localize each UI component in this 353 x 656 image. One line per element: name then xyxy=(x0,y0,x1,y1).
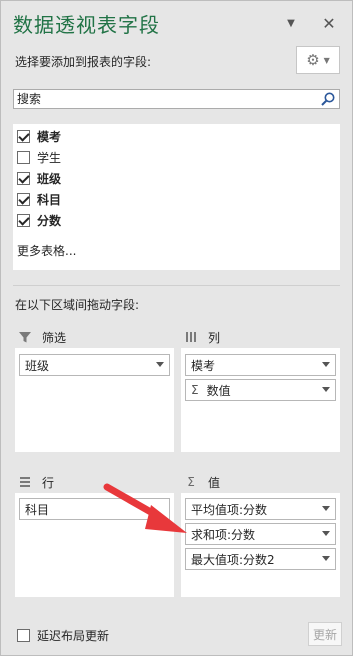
pill-label: 数值 xyxy=(206,383,231,398)
chevron-down-icon[interactable] xyxy=(322,362,330,367)
field-checkbox[interactable] xyxy=(17,171,30,185)
chevron-down-icon: ▼ xyxy=(323,55,330,65)
tools-gear-button[interactable]: ⚙ ▼ xyxy=(296,46,340,74)
values-area-header: Σ 值 xyxy=(181,471,340,493)
choose-fields-label: 选择要添加到报表的字段: xyxy=(15,55,152,69)
field-list: 模考 学生 班级 科目 分数 更多表格... xyxy=(13,124,340,270)
pill-label: 求和项:分数 xyxy=(191,527,256,542)
sigma-icon: Σ xyxy=(191,383,199,397)
columns-area-title: 列 xyxy=(208,330,221,345)
values-area-title: 值 xyxy=(208,475,221,490)
defer-layout-update[interactable]: 延迟布局更新 xyxy=(17,627,109,644)
defer-layout-label: 延迟布局更新 xyxy=(37,629,110,643)
field-checkbox[interactable] xyxy=(17,213,30,227)
chevron-down-icon[interactable] xyxy=(322,506,330,511)
sigma-icon: Σ xyxy=(187,475,195,489)
columns-icon xyxy=(186,332,196,342)
filter-field-pill[interactable]: 班级 xyxy=(19,354,170,376)
pill-label: 科目 xyxy=(25,502,50,517)
pivot-field-pane: 数据透视表字段 ▼ ✕ 选择要添加到报表的字段: ⚙ ▼ 模考 学生 班级 科目 xyxy=(0,0,353,656)
field-label: 模考 xyxy=(37,129,62,144)
rows-area[interactable]: 行 科目 xyxy=(15,471,174,597)
filters-area-header: 筛选 xyxy=(15,326,174,348)
value-field-pill[interactable]: 最大值项:分数2 xyxy=(185,548,336,570)
columns-area-header: 列 xyxy=(181,326,340,348)
gear-icon: ⚙ xyxy=(306,50,320,69)
value-field-pill[interactable]: 求和项:分数 xyxy=(185,523,336,545)
column-field-pill[interactable]: 模考 xyxy=(185,354,336,376)
pill-label: 最大值项:分数2 xyxy=(191,552,275,567)
footer-divider xyxy=(13,613,340,614)
values-area[interactable]: Σ 值 平均值项:分数 求和项:分数 最大值项:分数2 xyxy=(181,471,340,597)
search-icon[interactable] xyxy=(320,91,336,107)
pill-label: 模考 xyxy=(191,358,216,373)
field-item-student[interactable]: 学生 xyxy=(17,148,61,166)
filters-area-title: 筛选 xyxy=(42,330,67,345)
field-item-score[interactable]: 分数 xyxy=(17,211,61,229)
pane-options-chevron-icon[interactable]: ▼ xyxy=(281,13,301,33)
pane-title: 数据透视表字段 xyxy=(13,13,160,37)
search-input[interactable] xyxy=(17,91,317,107)
chevron-down-icon[interactable] xyxy=(156,362,164,367)
columns-area[interactable]: 列 模考 Σ 数值 xyxy=(181,326,340,452)
chevron-down-icon[interactable] xyxy=(322,387,330,392)
filter-icon xyxy=(19,332,31,343)
section-divider xyxy=(13,285,340,286)
chevron-down-icon[interactable] xyxy=(322,531,330,536)
rows-icon xyxy=(20,477,30,487)
field-item-class[interactable]: 班级 xyxy=(17,169,61,187)
filters-area[interactable]: 筛选 班级 xyxy=(15,326,174,452)
column-values-pill[interactable]: Σ 数值 xyxy=(185,379,336,401)
field-label: 班级 xyxy=(37,171,62,186)
pill-label: 班级 xyxy=(25,358,50,373)
drag-hint-label: 在以下区域间拖动字段: xyxy=(15,298,140,312)
field-item-subject[interactable]: 科目 xyxy=(17,190,61,208)
field-item-mokao[interactable]: 模考 xyxy=(17,127,61,145)
field-label: 分数 xyxy=(37,213,62,228)
rows-area-header: 行 xyxy=(15,471,174,493)
close-icon[interactable]: ✕ xyxy=(319,13,339,33)
chevron-down-icon[interactable] xyxy=(322,556,330,561)
pill-label: 平均值项:分数 xyxy=(191,502,268,517)
more-tables-link[interactable]: 更多表格... xyxy=(17,242,76,259)
field-label: 科目 xyxy=(37,192,62,207)
field-label: 学生 xyxy=(37,150,62,165)
field-checkbox[interactable] xyxy=(17,150,30,164)
field-checkbox[interactable] xyxy=(17,129,30,143)
field-checkbox[interactable] xyxy=(17,192,30,206)
defer-layout-checkbox[interactable] xyxy=(17,629,30,642)
update-button[interactable]: 更新 xyxy=(308,622,342,646)
value-field-pill[interactable]: 平均值项:分数 xyxy=(185,498,336,520)
rows-area-title: 行 xyxy=(42,475,55,490)
search-box[interactable] xyxy=(13,89,340,109)
row-field-pill[interactable]: 科目 xyxy=(19,498,170,520)
